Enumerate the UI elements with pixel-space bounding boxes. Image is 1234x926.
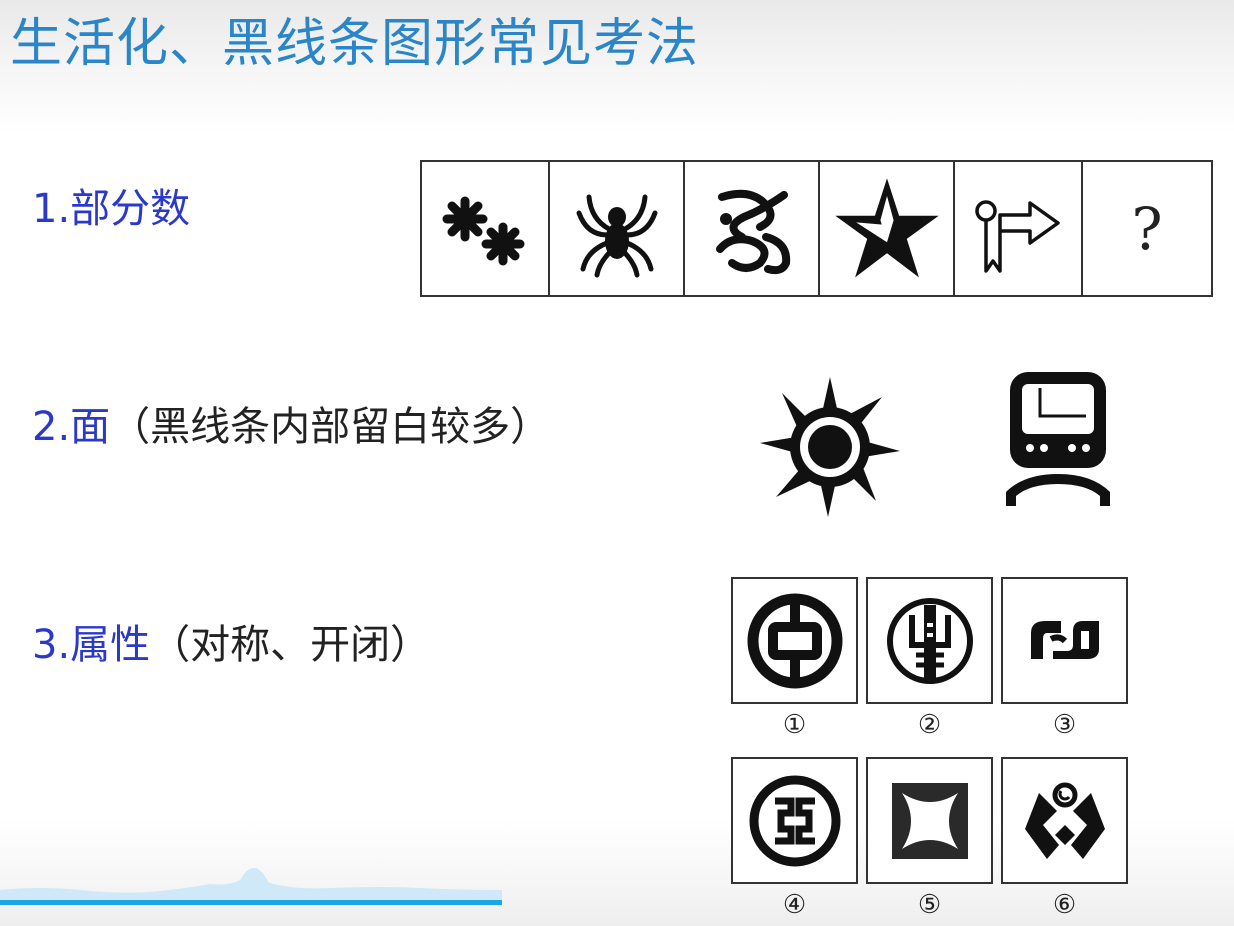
option-2-label: ② xyxy=(917,710,942,740)
item-2-note: （黑线条内部留白较多） xyxy=(110,404,551,450)
item-1: 1.部分数 xyxy=(32,184,190,234)
item-2: 2.面（黑线条内部留白较多） xyxy=(32,402,550,452)
item-1-label: 1.部分数 xyxy=(32,186,191,232)
sun-icon xyxy=(760,377,900,517)
option-5[interactable] xyxy=(866,757,993,884)
sequence-cell-2 xyxy=(548,160,685,297)
ornament-icon xyxy=(715,189,790,274)
sequence-cell-question: ? xyxy=(1081,160,1213,297)
icbc-logo-icon xyxy=(749,775,840,866)
option-4[interactable] xyxy=(731,757,858,884)
item-3-note: （对称、开闭） xyxy=(150,622,431,668)
option-2[interactable] xyxy=(866,577,993,704)
option-3-label: ③ xyxy=(1052,710,1077,740)
option-1[interactable] xyxy=(731,577,858,704)
option-6[interactable] xyxy=(1001,757,1128,884)
question-mark: ? xyxy=(1131,194,1163,263)
spd-bank-logo-icon xyxy=(1030,620,1099,659)
asterisks-icon xyxy=(442,196,525,265)
item-3: 3.属性（对称、开闭） xyxy=(32,620,430,670)
spider-icon xyxy=(576,194,657,277)
item-3-label: 3.属性 xyxy=(32,622,151,668)
audio-waveform xyxy=(0,867,502,905)
agricultural-bank-logo-icon xyxy=(886,597,973,684)
star-icon xyxy=(834,177,939,277)
option-3[interactable] xyxy=(1001,577,1128,704)
arrow-sign-icon xyxy=(975,199,1060,273)
option-6-label: ⑥ xyxy=(1052,890,1077,920)
hands-logo-icon xyxy=(1024,782,1105,859)
slide-title: 生活化、黑线条图形常见考法 xyxy=(10,14,700,74)
sequence-cell-4 xyxy=(818,160,955,297)
sequence-cell-3 xyxy=(683,160,820,297)
bank-of-china-logo-icon xyxy=(747,593,842,688)
item-2-label: 2.面 xyxy=(32,404,111,450)
sequence-cell-5 xyxy=(953,160,1083,297)
option-5-label: ⑤ xyxy=(917,890,942,920)
square-star-logo-icon xyxy=(891,782,968,859)
option-1-label: ① xyxy=(782,710,807,740)
train-icon xyxy=(1006,372,1110,506)
option-4-label: ④ xyxy=(782,890,807,920)
sequence-cell-1 xyxy=(420,160,550,297)
figure-sequence: ? xyxy=(420,160,1213,297)
